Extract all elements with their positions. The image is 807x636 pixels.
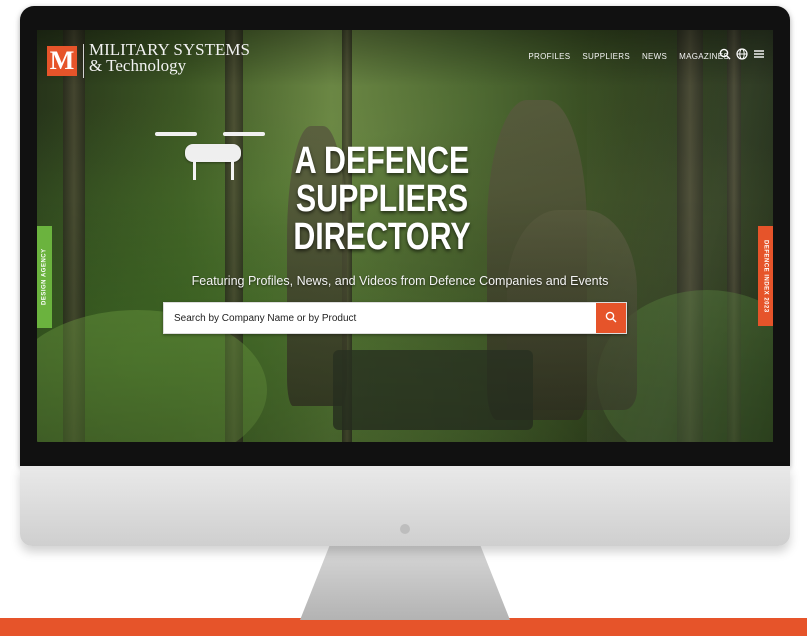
hero-title-line-1: A DEFENCE bbox=[294, 140, 470, 182]
nav-item-news[interactable]: NEWS bbox=[642, 52, 667, 61]
search-button[interactable] bbox=[596, 303, 626, 333]
hero-title: A DEFENCE SUPPLIERS DIRECTORY bbox=[266, 142, 498, 256]
search-icon[interactable] bbox=[719, 48, 731, 63]
site-header: M MILITARY SYSTEMS & Technology PROFILES… bbox=[37, 30, 773, 86]
monitor-chin bbox=[20, 466, 790, 546]
website-screen: M MILITARY SYSTEMS & Technology PROFILES… bbox=[37, 30, 773, 442]
hero-title-line-3: DIRECTORY bbox=[293, 216, 471, 258]
hero-title-line-2: SUPPLIERS bbox=[295, 178, 469, 220]
nav-item-suppliers[interactable]: SUPPLIERS bbox=[582, 52, 630, 61]
globe-icon[interactable] bbox=[736, 48, 748, 63]
search-bar bbox=[163, 302, 627, 334]
hero-subtitle: Featuring Profiles, News, and Videos fro… bbox=[191, 274, 609, 288]
search-icon bbox=[605, 311, 617, 326]
logo-line-2: & Technology bbox=[89, 56, 187, 75]
main-nav: PROFILES SUPPLIERS NEWS MAGAZINES bbox=[528, 52, 729, 61]
monitor-logo-dot bbox=[400, 524, 410, 534]
menu-icon[interactable] bbox=[753, 48, 765, 63]
logo-mark[interactable]: M bbox=[47, 46, 77, 76]
monitor-stand bbox=[300, 546, 510, 620]
bottom-accent-bar bbox=[0, 618, 807, 636]
logo-divider bbox=[83, 44, 84, 78]
nav-item-profiles[interactable]: PROFILES bbox=[528, 52, 570, 61]
search-input[interactable] bbox=[164, 303, 596, 333]
design-agency-tab[interactable]: DESIGN AGENCY bbox=[37, 226, 52, 328]
defence-index-tab[interactable]: DEFENCE INDEX 2023 bbox=[758, 226, 773, 326]
header-icons bbox=[719, 48, 765, 63]
screen-glare bbox=[587, 30, 773, 442]
logo-wordmark[interactable]: MILITARY SYSTEMS & Technology bbox=[89, 41, 250, 75]
